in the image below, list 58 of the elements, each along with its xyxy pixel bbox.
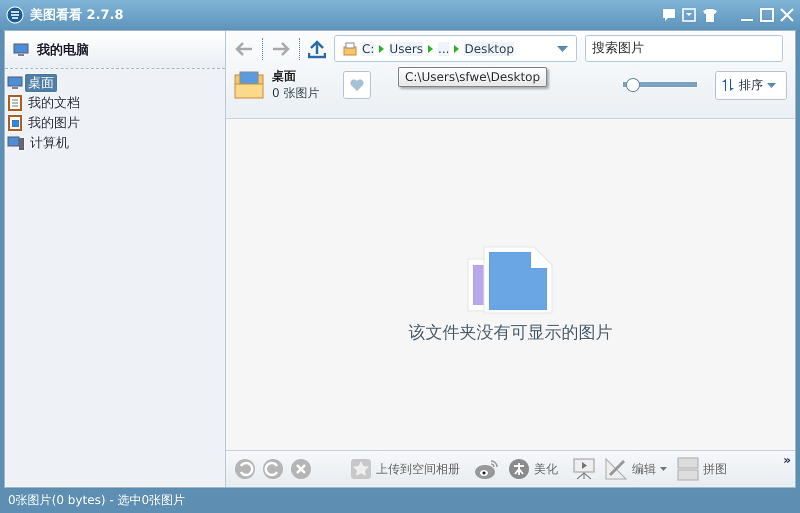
picture-count: 0 张图片	[272, 85, 320, 102]
breadcrumb-segment[interactable]: C:	[362, 42, 374, 56]
search-field[interactable]: 搜索图片	[585, 35, 783, 62]
shirt-icon[interactable]	[702, 8, 718, 22]
empty-pictures-icon	[466, 245, 556, 315]
favorite-button[interactable]	[343, 71, 372, 99]
computer-icon	[7, 135, 25, 151]
sidebar-item[interactable]: 我的文档	[25, 94, 83, 112]
badge-icon	[508, 458, 530, 480]
empty-message: 该文件夹没有可显示的图片	[408, 322, 612, 344]
sidebar-item[interactable]: 我的图片	[25, 114, 83, 132]
sidebar-item[interactable]: 计算机	[27, 134, 72, 152]
address-bar[interactable]: C: Users ... Desktop	[334, 35, 577, 62]
overflow-chevron[interactable]: »	[783, 453, 791, 467]
upload-arrow-icon[interactable]	[308, 38, 326, 58]
dropdown-box-icon[interactable]	[682, 8, 696, 22]
rotate-left-icon[interactable]	[234, 458, 256, 480]
caret-icon	[767, 82, 776, 88]
sort-button[interactable]: 排序	[715, 70, 787, 100]
dropdown-caret-icon[interactable]	[557, 46, 568, 52]
breadcrumb-segment[interactable]: Desktop	[464, 42, 514, 56]
rotate-right-icon[interactable]	[262, 458, 284, 480]
toolbar-button[interactable]: 上传到空间相册	[348, 458, 462, 480]
clipboard-icon	[7, 95, 23, 111]
chat-icon[interactable]	[662, 8, 676, 22]
drive-icon	[343, 42, 357, 56]
window-title: 美图看看 2.7.8	[30, 6, 125, 24]
close-icon[interactable]	[780, 8, 794, 22]
pencil-ruler-icon	[604, 457, 628, 481]
toolbar-button[interactable]: 美化	[506, 458, 560, 480]
forward-arrow-icon[interactable]	[271, 40, 291, 58]
weibo-icon[interactable]	[474, 458, 500, 480]
breadcrumb-arrow-icon	[454, 44, 460, 52]
breadcrumb-arrow-icon	[379, 44, 384, 52]
breadcrumb-arrow-icon	[428, 44, 434, 52]
breadcrumb-segment[interactable]: ...	[438, 42, 450, 56]
sidebar-header: 我的电脑	[37, 42, 89, 58]
desktop-icon	[7, 75, 23, 91]
toolbar-button[interactable]: 编辑	[602, 457, 669, 481]
caret-icon	[660, 467, 667, 471]
folder-name: 桌面	[272, 68, 297, 85]
clipboard-picture-icon	[7, 115, 23, 131]
sidebar-item[interactable]: 桌面	[25, 74, 57, 92]
back-arrow-icon[interactable]	[234, 40, 254, 58]
folder-icon	[234, 71, 264, 99]
heart-icon	[349, 78, 366, 92]
slideshow-icon[interactable]	[572, 457, 596, 481]
breadcrumb-segment[interactable]: Users	[389, 42, 424, 56]
toolbar-button[interactable]: 拼图	[675, 457, 729, 481]
sort-icon	[721, 79, 735, 91]
path-tooltip: C:\Users\sfwe\Desktop	[398, 67, 548, 87]
status-text: 0张图片(0 bytes) - 选中0张图片	[8, 492, 186, 509]
collage-icon	[677, 457, 699, 481]
delete-icon[interactable]	[290, 458, 312, 480]
app-logo-icon	[6, 6, 24, 24]
maximize-icon[interactable]	[760, 8, 774, 22]
computer-icon	[13, 42, 29, 58]
slider-thumb[interactable]	[626, 78, 640, 92]
